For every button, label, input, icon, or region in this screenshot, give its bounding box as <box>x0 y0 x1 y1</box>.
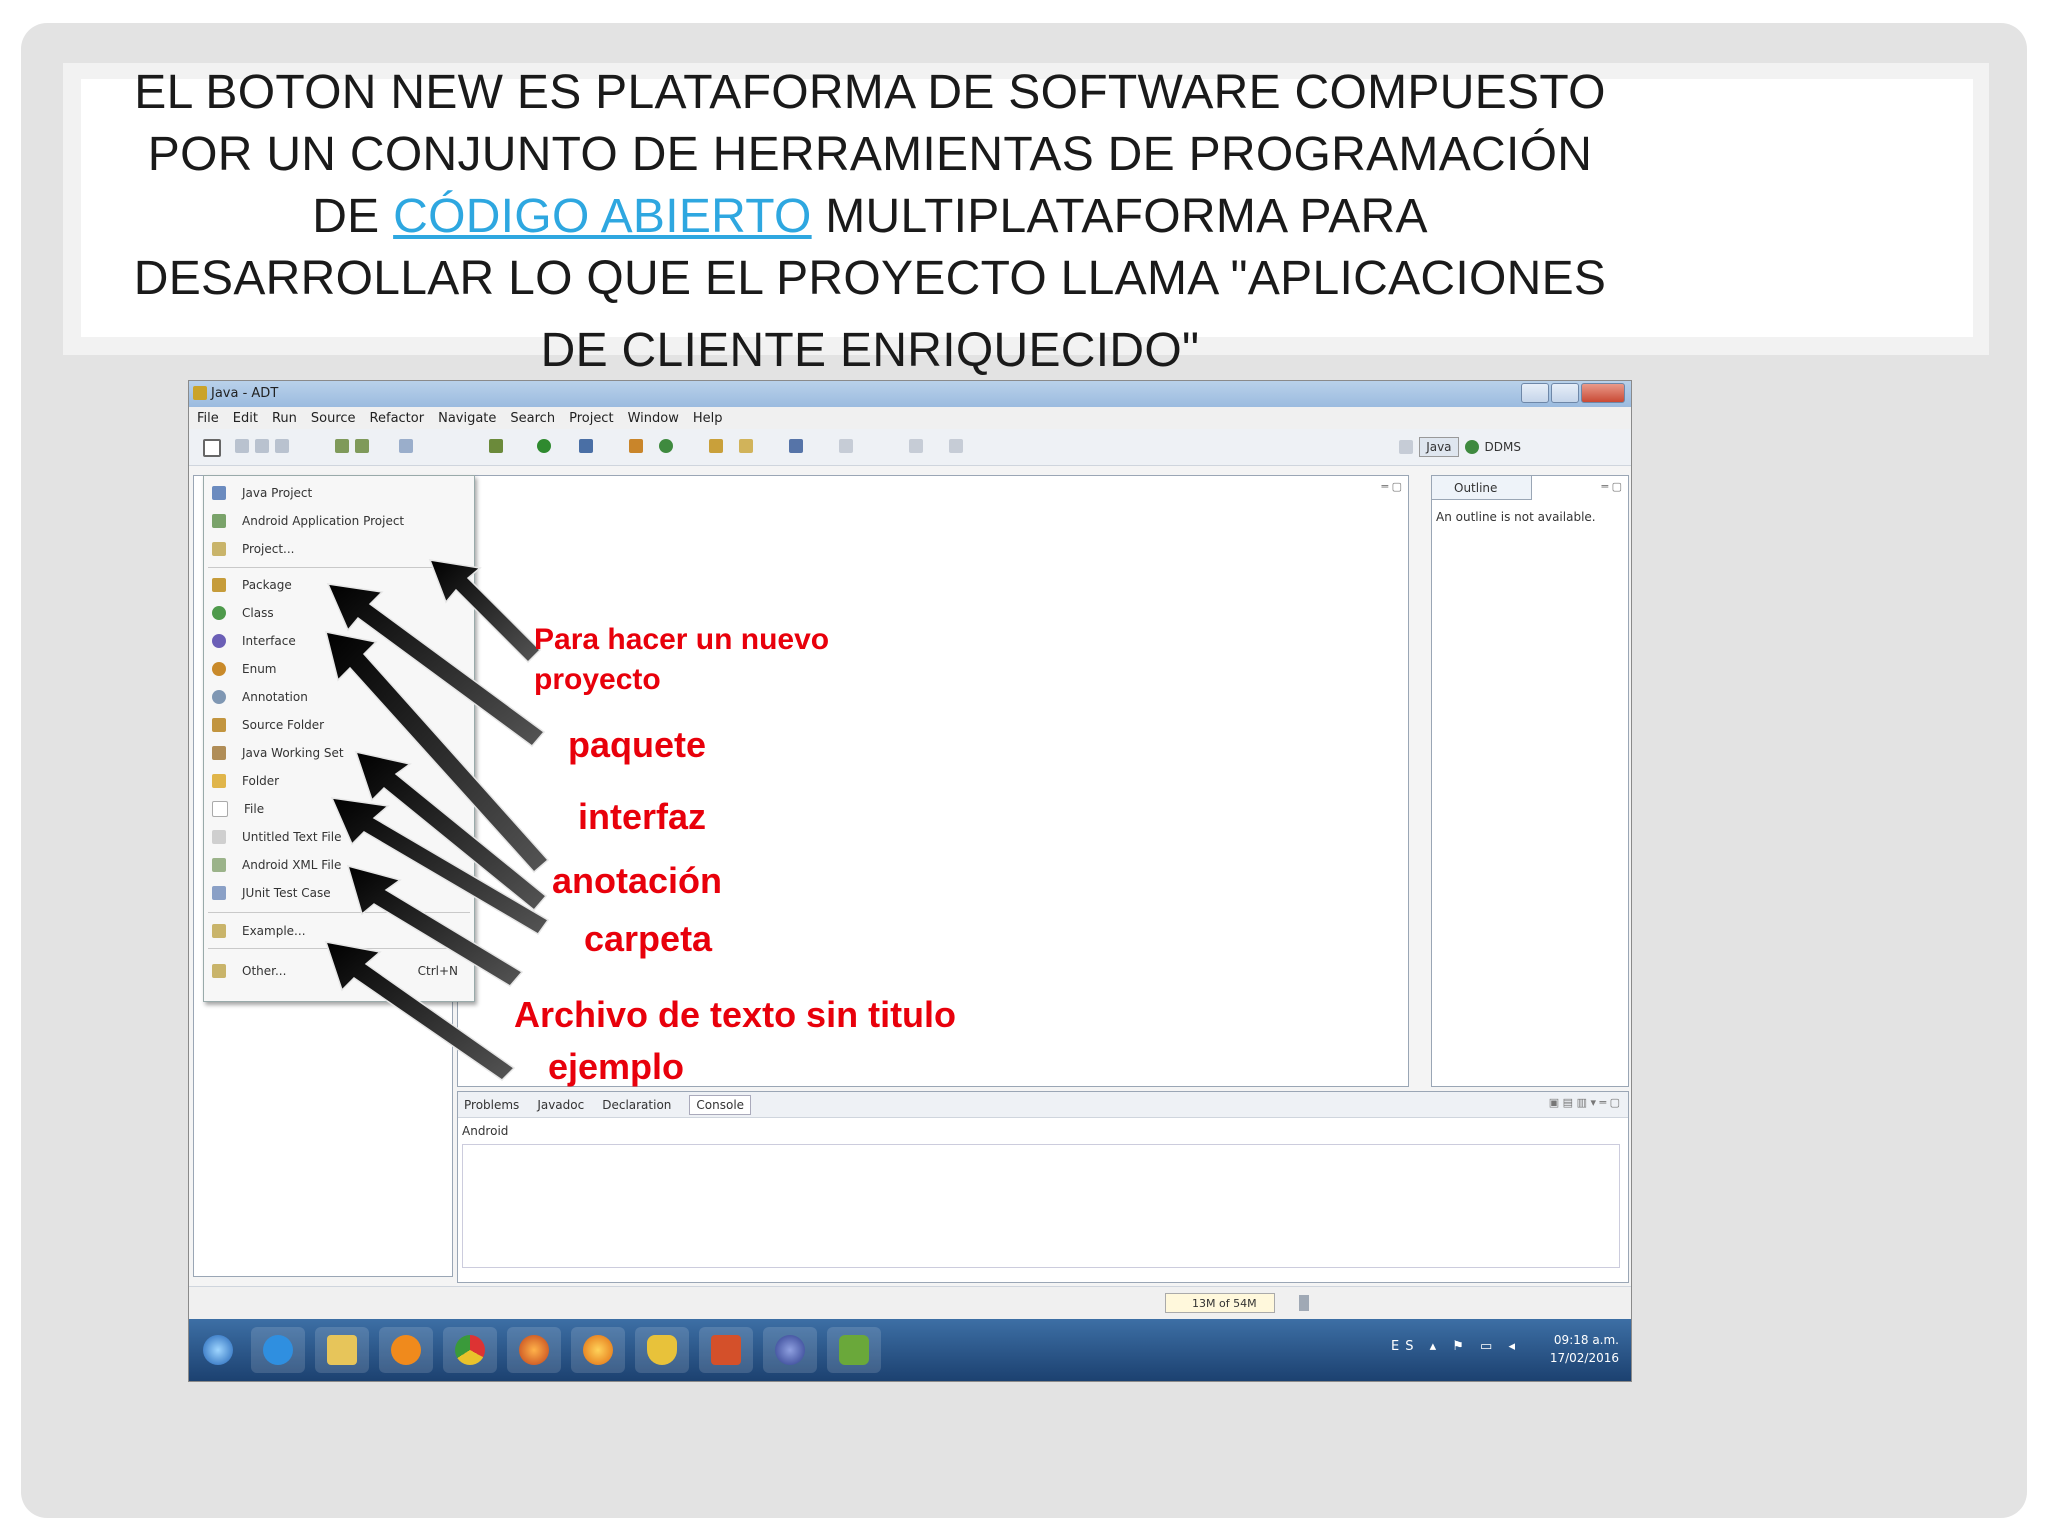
label-paquete: paquete <box>568 724 707 765</box>
label-new-project-line-1: Para hacer un nuevo <box>534 623 830 656</box>
label-interfaz: interfaz <box>578 796 707 837</box>
label-archivo-texto: Archivo de texto sin titulo <box>514 994 957 1035</box>
label-new-project: Para hacer un nuevo proyecto <box>534 620 829 700</box>
arrow-untitled-text-file <box>346 864 524 987</box>
label-carpeta: carpeta <box>584 918 713 959</box>
annotation-arrows <box>324 559 550 1081</box>
label-anotacion: anotación <box>552 860 723 901</box>
label-new-project-line-2: proyecto <box>534 663 661 696</box>
arrow-new-project <box>428 559 542 664</box>
label-ejemplo: ejemplo <box>548 1046 685 1087</box>
